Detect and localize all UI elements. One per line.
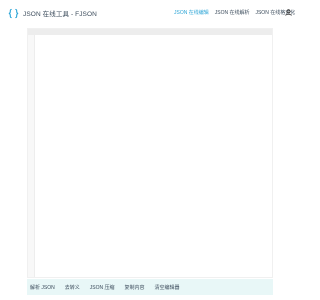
app-title: JSON 在线工具 - FJSON <box>23 11 97 18</box>
user-menu-button[interactable] <box>284 8 292 16</box>
nav-json-parse[interactable]: JSON 在线解析 <box>215 9 250 16</box>
main-nav: JSON 在线编辑 JSON 在线解析 JSON 在线格式化 <box>174 9 295 16</box>
brand[interactable]: JSON 在线工具 - FJSON <box>8 6 97 20</box>
json-input[interactable] <box>36 29 273 277</box>
editor-toolbar: 解析 JSON 去转义 JSON 压缩 复制内容 清空编辑器 <box>27 279 273 295</box>
json-editor <box>27 28 273 278</box>
line-number-gutter <box>28 29 35 277</box>
parse-json-button[interactable]: 解析 JSON <box>30 284 55 291</box>
copy-content-button[interactable]: 复制内容 <box>124 284 144 291</box>
json-braces-icon <box>8 8 19 18</box>
user-icon <box>284 8 292 16</box>
unescape-button[interactable]: 去转义 <box>65 284 80 291</box>
nav-json-edit[interactable]: JSON 在线编辑 <box>174 9 209 16</box>
compress-json-button[interactable]: JSON 压缩 <box>90 284 115 291</box>
clear-editor-button[interactable]: 清空编辑器 <box>155 284 180 291</box>
top-navbar: JSON 在线工具 - FJSON JSON 在线编辑 JSON 在线解析 JS… <box>0 0 300 26</box>
